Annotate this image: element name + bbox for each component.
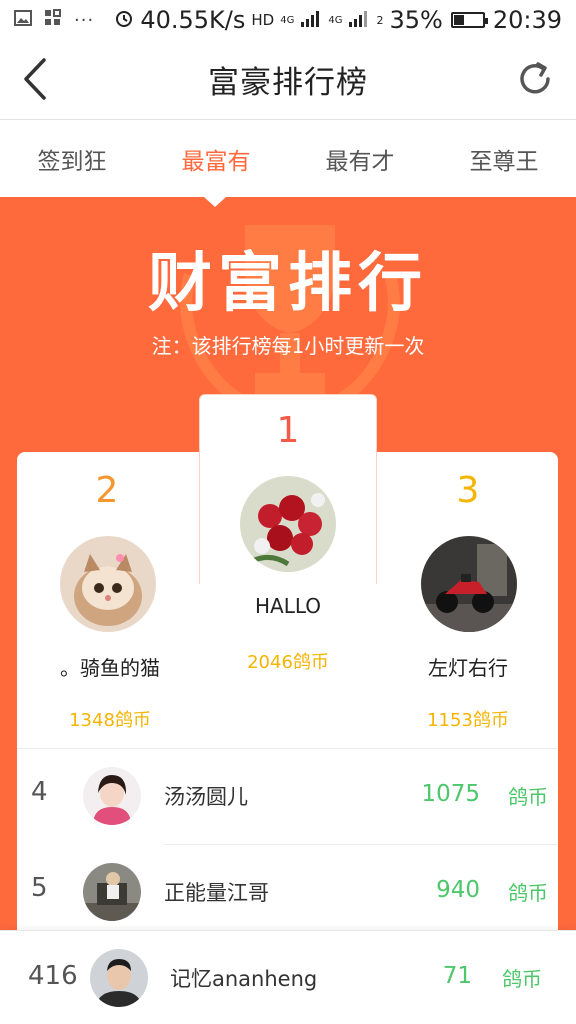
refresh-icon (520, 62, 550, 94)
more-icon: ··· (74, 9, 95, 31)
rank-3-number: 3 (456, 470, 480, 511)
refresh-button[interactable] (510, 54, 560, 104)
active-tab-indicator (204, 197, 226, 207)
my-rank-bar[interactable]: 416 记忆ananheng 71 鸽币 (0, 930, 576, 1024)
back-arrow-icon (24, 58, 46, 100)
my-rank-unit: 鸽币 (502, 967, 542, 991)
avatar[interactable] (421, 536, 517, 632)
my-rank-name: 记忆ananheng (170, 967, 318, 991)
list-name: 正能量江哥 (164, 881, 269, 905)
status-bar: ··· 40.55K/s HD 4G 4G 2 35% 20:39 (0, 0, 576, 40)
rank-2-coins: 1348鸽币 (69, 710, 151, 731)
back-button[interactable] (10, 54, 60, 104)
status-left: ··· (14, 8, 95, 32)
avatar[interactable] (83, 767, 141, 825)
list-item[interactable]: 5 正能量江哥 940 鸽币 (17, 845, 558, 940)
list-rank: 4 (31, 777, 48, 807)
gallery-icon (14, 9, 32, 31)
tab-talent[interactable]: 最有才 (288, 121, 432, 197)
battery-percent: 35% (389, 6, 443, 34)
rank-2-name: 。骑鱼的猫 (60, 656, 160, 680)
nav-bar: 富豪排行榜 (0, 40, 576, 120)
avatar[interactable] (60, 536, 156, 632)
list-name: 汤汤圆儿 (164, 785, 248, 809)
list-unit: 鸽币 (508, 785, 548, 809)
tab-richest[interactable]: 最富有 (144, 121, 288, 197)
rank-3-coins: 1153鸽币 (427, 710, 509, 731)
sim2-label: 2 (376, 13, 384, 27)
rank-2-number: 2 (95, 470, 119, 511)
battery-icon (450, 12, 488, 28)
list-rank: 5 (31, 873, 48, 903)
my-rank-number: 416 (28, 961, 78, 991)
page-title: 富豪排行榜 (208, 65, 368, 101)
rank-1-name: HALLO (254, 594, 322, 618)
rank-3-name: 左灯右行 (428, 656, 508, 680)
tab-supreme[interactable]: 至尊王 (432, 121, 576, 197)
net-type-2: 4G (328, 14, 343, 26)
hero-title: 财富排行 (148, 247, 428, 321)
list-value: 1075 (421, 781, 480, 807)
signal-icon (300, 6, 322, 34)
network-speed: 40.55K/s (140, 6, 246, 34)
clock: 20:39 (492, 6, 562, 34)
alarm-icon (114, 6, 134, 34)
screen: ··· 40.55K/s HD 4G 4G 2 35% 20:39 富豪排行榜 … (0, 0, 576, 1024)
avatar[interactable] (240, 476, 336, 572)
list-value: 940 (436, 877, 480, 903)
avatar[interactable] (83, 863, 141, 921)
list-item[interactable]: 4 汤汤圆儿 1075 鸽币 (17, 749, 558, 845)
avatar[interactable] (90, 949, 148, 1007)
rank-1-number: 1 (276, 410, 300, 451)
ranking-list: 4 汤汤圆儿 1075 鸽币 5 正能量江哥 940 鸽币 (17, 748, 558, 958)
status-right: 40.55K/s HD 4G 4G 2 35% 20:39 (114, 6, 562, 34)
rank-1-coins: 2046鸽币 (247, 652, 329, 673)
tab-sign-in[interactable]: 签到狂 (0, 121, 144, 197)
grid-icon (44, 8, 62, 32)
list-unit: 鸽币 (508, 881, 548, 905)
tab-bar: 签到狂 最富有 最有才 至尊王 (0, 121, 576, 197)
hd-label: HD (251, 11, 275, 29)
update-note: 注：该排行榜每1小时更新一次 (151, 334, 425, 358)
net-type-1: 4G (280, 14, 295, 26)
signal-icon-2 (348, 6, 370, 34)
my-rank-value: 71 (442, 963, 472, 989)
